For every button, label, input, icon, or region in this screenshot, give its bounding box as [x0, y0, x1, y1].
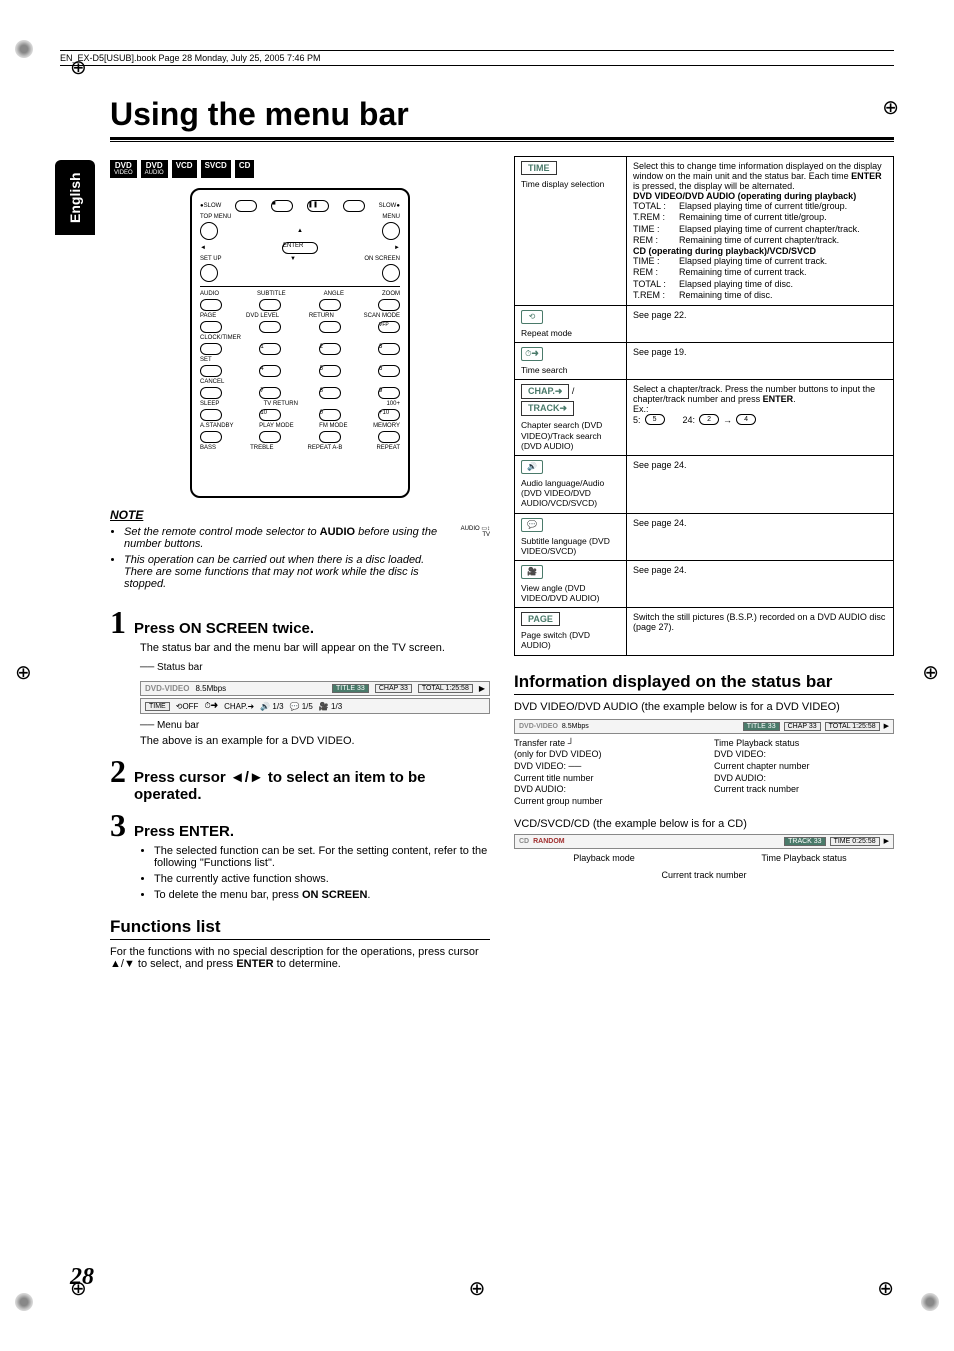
timesearch-icon: ⏱➜ [521, 347, 543, 361]
step-number: 1 [110, 606, 126, 638]
disc-type-badges: DVDVIDEO DVDAUDIO VCD SVCD CD [110, 160, 490, 178]
bar-caption: The above is an example for a DVD VIDEO. [140, 735, 490, 747]
time-pill: TIME [521, 161, 557, 175]
registration-mark-icon: ⊕ [922, 660, 939, 685]
menu-bar-label: ── Menu bar [140, 720, 490, 731]
annot-left2: Playback mode [514, 853, 694, 865]
doc-header: EN_EX-D5[USUB].book Page 28 Monday, July… [60, 50, 894, 66]
step-heading: Press ON SCREEN twice. [134, 614, 314, 637]
page-pill: PAGE [521, 612, 560, 626]
step-heading: Press cursor ◄/► to select an item to be… [134, 763, 490, 803]
angle-icon: 🎥 [521, 565, 543, 579]
registration-mark-icon: ⊕ [70, 55, 87, 80]
info-status-bar-heading: Information displayed on the status bar [514, 672, 894, 695]
annot-left: Transfer rate ┘ (only for DVD VIDEO) DVD… [514, 738, 694, 808]
repeat-icon: ⟲ [521, 310, 543, 324]
language-tab: English [55, 160, 95, 235]
remote-diagram: ●SLOW■❚❚SLOW● TOP MENUMENU ▲ ◄ENTER► SET… [190, 188, 410, 498]
ring-icon [921, 1293, 939, 1311]
ring-icon [15, 1293, 33, 1311]
step-subitem: To delete the menu bar, press ON SCREEN. [154, 889, 490, 901]
audio-tv-switch-icon: AUDIO ▭↕TV [461, 526, 490, 538]
annot-right2: Time Playback status [714, 853, 894, 865]
step-number: 3 [110, 809, 126, 841]
step-body: The status bar and the menu bar will app… [140, 642, 490, 654]
note-item: Set the remote control mode selector to … [124, 526, 453, 550]
subtitle-icon: 💬 [521, 518, 543, 532]
page-title: Using the menu bar [110, 96, 894, 133]
annot-right: Time Playback status DVD VIDEO: Current … [714, 738, 894, 808]
info-status-bar-dvd: DVD-VIDEO 8.5Mbps TITLE 33 CHAP 33 TOTAL… [514, 719, 894, 734]
annot-bottom: Current track number [514, 870, 894, 882]
registration-mark-icon: ⊕ [15, 660, 32, 685]
step-subitem: The currently active function shows. [154, 873, 490, 885]
note-item: This operation can be carried out when t… [124, 554, 453, 590]
note-heading: NOTE [110, 508, 143, 522]
chap-pill: CHAP.➜ [521, 384, 569, 399]
step-heading: Press ENTER. [134, 817, 234, 840]
page-number: 28 [70, 1264, 94, 1291]
registration-mark-icon: ⊕ [882, 95, 899, 120]
info-vcd-line: VCD/SVCD/CD (the example below is for a … [514, 818, 894, 830]
registration-mark-icon: ⊕ [469, 1276, 486, 1301]
track-pill: TRACK➜ [521, 401, 574, 416]
registration-mark-icon: ⊕ [877, 1276, 894, 1301]
functions-list-intro: For the functions with no special descri… [110, 946, 490, 970]
functions-table: TIME Time display selection Select this … [514, 156, 894, 656]
status-bar-label: ── Status bar [140, 662, 490, 673]
step-number: 2 [110, 755, 126, 787]
info-dvd-line: DVD VIDEO/DVD AUDIO (the example below i… [514, 701, 894, 713]
ring-icon [15, 40, 33, 58]
info-status-bar-cd: CD RANDOM TRACK 33 TIME 0:25:58 ▶ [514, 834, 894, 849]
audio-icon: 🔊 [521, 460, 543, 474]
functions-list-heading: Functions list [110, 917, 490, 940]
menu-bar-example: TIME ⟲OFF ⏱➜ CHAP.➜ 🔊 1/3 💬 1/5 🎥 1/3 [140, 698, 490, 714]
step-subitem: The selected function can be set. For th… [154, 845, 490, 869]
status-bar-example: DVD-VIDEO 8.5Mbps TITLE 33 CHAP 33 TOTAL… [140, 681, 490, 696]
